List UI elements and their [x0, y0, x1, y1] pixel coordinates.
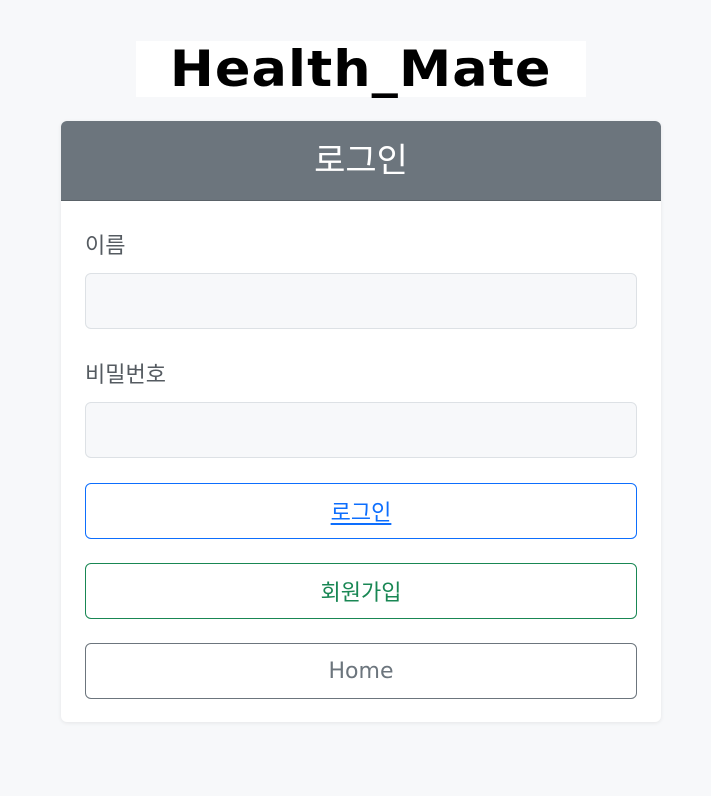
name-input[interactable] [85, 273, 637, 329]
signup-button-label: 회원가입 [320, 581, 402, 606]
logo-text: Health_Mate [170, 40, 552, 98]
password-label: 비밀번호 [85, 363, 166, 388]
card-title: 로그인 [314, 141, 408, 181]
login-button-label: 로그인 [330, 501, 392, 526]
signup-button[interactable]: 회원가입 [85, 563, 637, 619]
login-button[interactable]: 로그인 [85, 483, 637, 539]
home-button-label: Home [328, 658, 394, 684]
password-input[interactable] [85, 402, 637, 458]
logo-banner: Health_Mate [136, 41, 586, 97]
login-card: 로그인 이름 비밀번호 로그인 회원가입 Home [61, 121, 661, 722]
name-label: 이름 [85, 234, 126, 259]
home-button[interactable]: Home [85, 643, 637, 699]
card-header: 로그인 [61, 121, 661, 201]
